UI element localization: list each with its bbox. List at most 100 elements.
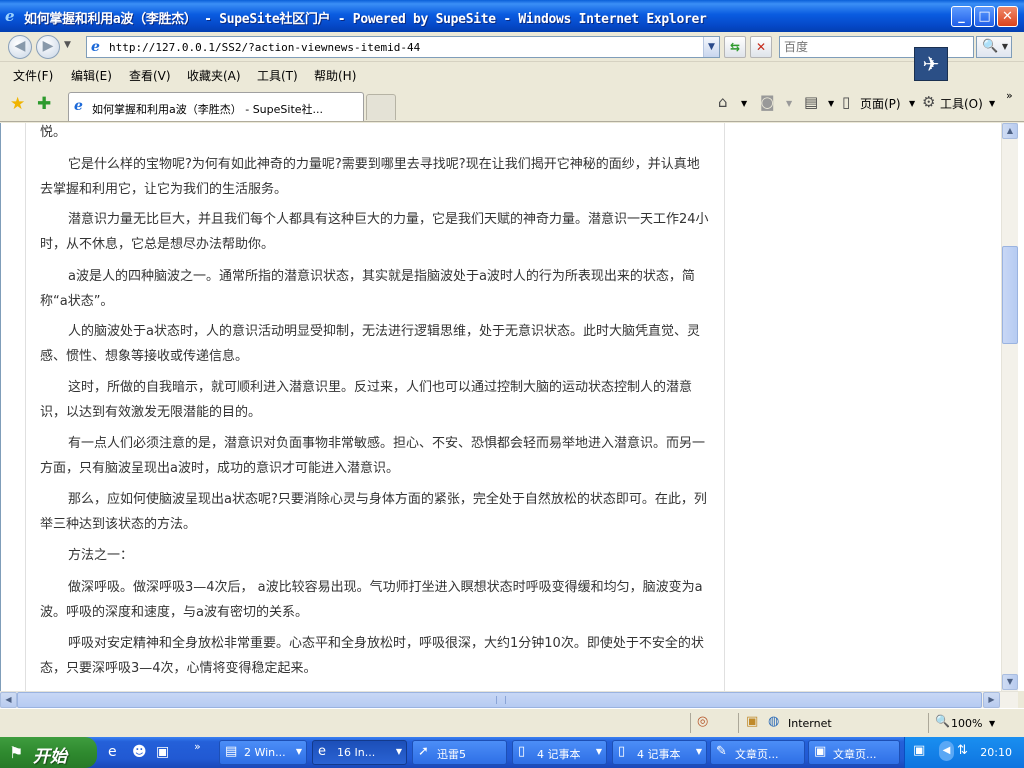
back-arrow-icon: ◀ [14, 38, 26, 54]
vertical-scrollbar[interactable]: ▲ ▼ [1001, 123, 1018, 691]
tools-menu-button[interactable]: 工具(O) [940, 95, 983, 112]
status-divider [928, 713, 929, 733]
horizontal-scroll-thumb[interactable] [17, 692, 982, 708]
task-dropdown-icon: ▼ [695, 747, 702, 756]
window-title: 如何掌握和利用a波（李胜杰） - SupeSite社区门户 - Powered … [24, 12, 707, 27]
close-button[interactable]: ✕ [997, 6, 1018, 27]
ie-quicklaunch-icon[interactable]: e [108, 744, 117, 760]
menu-view[interactable]: 查看(V) [129, 67, 171, 84]
notepad-icon: ▯ [618, 744, 626, 759]
article-body: 悦。 它是什么样的宝物呢?为何有如此神奇的力量呢?需要到哪里去寻找呢?现在让我们… [25, 123, 725, 691]
zoom-dropdown-icon[interactable]: ▼ [989, 719, 995, 728]
url-text[interactable]: http://127.0.0.1/SS2/?action-viewnews-it… [109, 41, 420, 54]
tab-current-page[interactable]: e 如何掌握和利用a波（李胜杰） - SupeSite社... [68, 92, 364, 121]
system-tray: ▣ ◀ ⇅ 20:10 [904, 737, 1024, 768]
minimize-button[interactable]: _ [951, 6, 972, 27]
print-icon[interactable]: ▤ [804, 93, 818, 111]
task-article-2[interactable]: ▣ 文章页... [808, 740, 900, 765]
search-button[interactable]: 🔍 ▼ [976, 36, 1012, 58]
refresh-button[interactable]: ⇆ [724, 36, 746, 58]
menu-tools[interactable]: 工具(T) [257, 67, 298, 84]
status-divider [738, 713, 739, 733]
menu-edit[interactable]: 编辑(E) [71, 67, 112, 84]
task-label: 16 In... [337, 746, 376, 759]
task-thunder[interactable]: ➚ 迅雷5 [412, 740, 507, 765]
start-button[interactable]: ⚑ 开始 [0, 737, 97, 768]
brand-logo-icon: ✈ [914, 47, 948, 81]
task-explorer[interactable]: ▤ 2 Win... ▼ [219, 740, 307, 765]
feeds-icon[interactable]: ◙ [760, 93, 775, 111]
network-icon[interactable]: ⇅ [957, 743, 968, 758]
scroll-left-icon[interactable]: ◀ [0, 692, 17, 708]
add-favorite-icon[interactable]: ✚ [37, 94, 51, 114]
horizontal-scrollbar[interactable]: ◀ ▶ [0, 691, 1018, 708]
task-notepad-2[interactable]: ▯ 4 记事本 ▼ [612, 740, 707, 765]
tray-app-icon[interactable]: ▣ [913, 743, 925, 758]
address-field[interactable]: e http://127.0.0.1/SS2/?action-viewnews-… [86, 36, 720, 58]
security-icon[interactable]: ▣ [746, 714, 758, 729]
desktop-quicklaunch-icon[interactable]: ▣ [156, 744, 169, 760]
print-dropdown-icon[interactable]: ▼ [828, 99, 834, 108]
quicklaunch-more-icon[interactable]: » [194, 740, 201, 753]
title-bar[interactable]: e 如何掌握和利用a波（李胜杰） - SupeSite社区门户 - Powere… [0, 0, 1024, 32]
status-bar: ◎ ▣ ◍ Internet 🔍 100% ▼ [0, 708, 1024, 737]
task-ie[interactable]: e 16 In... ▼ [312, 740, 407, 765]
stop-button[interactable]: ✕ [750, 36, 772, 58]
back-button[interactable]: ◀ [8, 35, 32, 59]
article-paragraph: 这时，所做的自我暗示，就可顺利进入潜意识里。反过来，人们也可以通过控制大脑的运动… [40, 380, 693, 420]
notepad-icon: ▯ [518, 744, 526, 759]
vertical-scroll-thumb[interactable] [1002, 246, 1018, 344]
menu-file[interactable]: 文件(F) [13, 67, 53, 84]
clock[interactable]: 20:10 [980, 746, 1012, 759]
task-dropdown-icon: ▼ [295, 747, 302, 756]
scroll-down-icon[interactable]: ▼ [1002, 674, 1018, 690]
windows-flag-icon: ⚑ [9, 743, 24, 762]
stop-icon: ✕ [755, 40, 767, 54]
maximize-button[interactable]: □ [974, 6, 995, 27]
article-paragraph: 方法之一： [68, 548, 134, 563]
refresh-icon: ⇆ [729, 40, 741, 54]
feeds-dropdown-icon[interactable]: ▼ [786, 99, 792, 108]
globe-icon: ◍ [768, 714, 780, 729]
zoom-level[interactable]: 100% [951, 717, 982, 730]
zoom-icon: 🔍 [935, 714, 950, 728]
scroll-right-icon[interactable]: ▶ [983, 692, 1000, 708]
forward-button[interactable]: ▶ [36, 35, 60, 59]
task-article-1[interactable]: ✎ 文章页... [710, 740, 805, 765]
article-paragraph: 它是什么样的宝物呢?为何有如此神奇的力量呢?需要到哪里去寻找呢?现在让我们揭开它… [40, 157, 700, 197]
article-paragraph: a波是人的四种脑波之一。通常所指的潜意识状态，其实就是指脑波处于a波时人的行为所… [40, 269, 695, 309]
page-menu-icon: ▯ [842, 93, 851, 111]
history-dropdown-icon[interactable]: ▼ [64, 40, 71, 50]
article-paragraph: 那么，应如何使脑波呈现出a状态呢?只要消除心灵与身体方面的紧张，完全处于自然放松… [40, 492, 707, 532]
new-tab-button[interactable] [366, 94, 396, 120]
home-dropdown-icon[interactable]: ▼ [741, 99, 747, 108]
task-label: 迅雷5 [437, 748, 466, 761]
chevron-more-icon[interactable]: » [1006, 89, 1013, 102]
menu-help[interactable]: 帮助(H) [314, 67, 356, 84]
tray-collapse-icon[interactable]: ◀ [939, 741, 954, 761]
task-notepad-1[interactable]: ▯ 4 记事本 ▼ [512, 740, 607, 765]
page-content: 悦。 它是什么样的宝物呢?为何有如此神奇的力量呢?需要到哪里去寻找呢?现在让我们… [0, 123, 1024, 691]
article-paragraph: 悦。 [40, 125, 67, 140]
task-label: 文章页... [833, 748, 877, 761]
security-zone: Internet [788, 717, 832, 730]
menu-favorites[interactable]: 收藏夹(A) [187, 67, 241, 84]
article-paragraph: 呼吸对安定精神和全身放松非常重要。心态平和全身放松时，呼吸很深，大约1分钟10次… [40, 636, 704, 676]
forward-arrow-icon: ▶ [42, 38, 54, 54]
taskbar: ⚑ 开始 e ☻ ▣ » ▤ 2 Win... ▼ e 16 In... ▼ ➚… [0, 737, 1024, 768]
qq-quicklaunch-icon[interactable]: ☻ [132, 744, 147, 760]
page-menu-button[interactable]: 页面(P) [860, 95, 901, 112]
tools-dropdown-icon[interactable]: ▼ [989, 99, 995, 108]
scroll-up-icon[interactable]: ▲ [1002, 123, 1018, 139]
tab-ie-icon: e [74, 98, 83, 114]
home-icon[interactable]: ⌂ [718, 93, 728, 111]
status-divider [690, 713, 691, 733]
address-dropdown-icon[interactable]: ▼ [703, 37, 719, 57]
article-paragraph: 有一点人们必须注意的是，潜意识对负面事物非常敏感。担心、不安、恐惧都会轻而易举地… [40, 436, 706, 476]
search-dropdown-icon[interactable]: ▼ [1002, 42, 1008, 51]
article-paragraph: 潜意识力量无比巨大，并且我们每个人都具有这种巨大的力量，它是我们天赋的神奇力量。… [40, 212, 709, 252]
privacy-icon[interactable]: ◎ [697, 714, 708, 729]
favorites-star-icon[interactable]: ★ [10, 94, 25, 114]
explorer-icon: ▤ [225, 744, 238, 759]
page-dropdown-icon[interactable]: ▼ [909, 99, 915, 108]
